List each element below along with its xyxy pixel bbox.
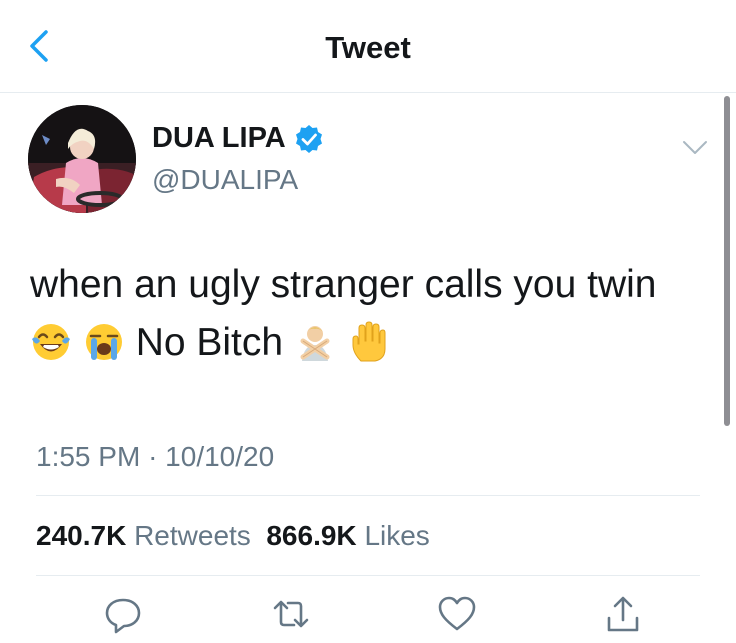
timestamp-separator: · (148, 441, 158, 472)
tweet-detail-screen: Tweet DUA LIPA @DUALIPA when an ugly str… (0, 0, 736, 643)
tweet-timestamp[interactable]: 1:55 PM · 10/10/20 (36, 441, 274, 473)
tweet-text: when an ugly stranger calls you twin No … (30, 256, 710, 372)
author-name-row[interactable]: DUA LIPA (152, 122, 324, 155)
avatar-image (28, 105, 136, 213)
chevron-down-icon[interactable] (680, 136, 710, 160)
scrollbar[interactable] (724, 96, 730, 426)
likes-label: Likes (364, 520, 430, 551)
retweets-label: Retweets (134, 520, 251, 551)
verified-badge-icon (295, 124, 322, 153)
tweet-line-2-text: No Bitch (135, 321, 284, 364)
display-name[interactable]: DUA LIPA (152, 122, 286, 155)
page-title: Tweet (325, 30, 411, 65)
divider (36, 495, 700, 496)
nav-bar: Tweet (0, 0, 736, 93)
tweet-date: 10/10/20 (165, 441, 275, 472)
tweet-line-2: No Bitch (30, 314, 710, 372)
reply-bubble-icon[interactable] (103, 594, 143, 634)
divider (36, 575, 700, 576)
author-handle[interactable]: @DUALIPA (152, 164, 298, 196)
tweet-line-1: when an ugly stranger calls you twin (30, 263, 657, 306)
share-icon[interactable] (603, 594, 643, 634)
tweet-time: 1:55 PM (36, 441, 141, 472)
tweet-stats: 240.7K Retweets 866.9K Likes (36, 520, 430, 552)
raised-hand-icon (352, 321, 386, 362)
loudly-crying-face-icon (85, 323, 122, 360)
heart-icon[interactable] (437, 594, 477, 634)
retweets-count: 240.7K (36, 520, 127, 551)
retweet-icon[interactable] (271, 594, 311, 634)
likes-stat[interactable]: 866.9K Likes (266, 520, 429, 551)
retweets-stat[interactable]: 240.7K Retweets (36, 520, 251, 551)
face-with-tears-of-joy-icon (32, 323, 70, 360)
likes-count: 866.9K (266, 520, 357, 551)
person-gesturing-no-icon (300, 325, 330, 361)
avatar[interactable] (28, 105, 136, 213)
